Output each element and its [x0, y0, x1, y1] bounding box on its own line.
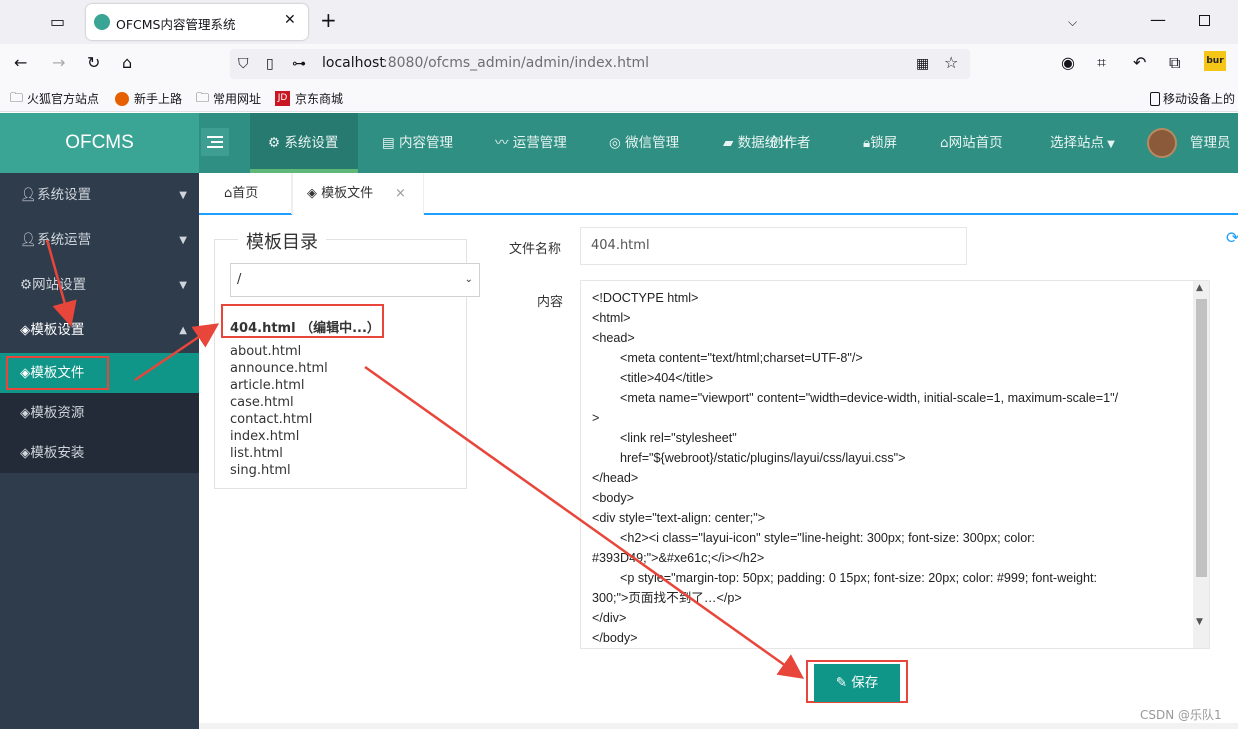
arrow-sidebar — [45, 239, 77, 327]
watermark: CSDN @乐队1 — [1140, 708, 1222, 722]
annotation-arrows — [45, 239, 805, 679]
page-footer-strip — [199, 723, 1238, 729]
arrow-to-save — [364, 365, 805, 679]
arrow-to-file — [134, 323, 220, 382]
